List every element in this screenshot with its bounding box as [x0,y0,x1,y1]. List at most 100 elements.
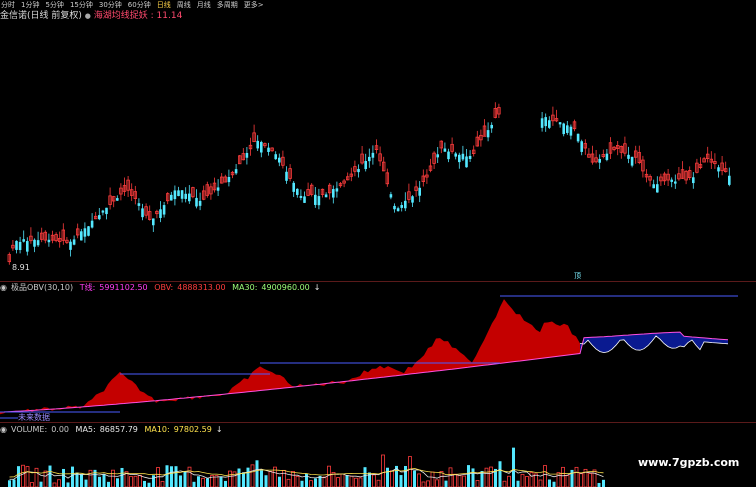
kline-chart-canvas[interactable] [0,0,756,487]
candle-body [267,147,270,152]
candle-body [371,152,375,158]
period-tab-4[interactable]: 30分钟 [98,0,123,10]
volume-bar [57,479,61,487]
volume-bar [574,466,579,487]
volume-bar [52,482,57,487]
volume-bar [404,465,407,487]
obv-bottom-label: 未来数据 [18,413,50,422]
volume-bar [174,466,178,487]
volume-bar [246,467,250,487]
candle-body [152,218,155,226]
candle-body [90,220,94,228]
candle-body [540,118,544,128]
volume-bar [48,465,52,487]
volume-bar [138,474,142,487]
volume-bar [192,481,196,487]
volume-bar [34,467,39,487]
candle-body [184,193,187,199]
volume-bar [467,465,470,487]
period-tab-10[interactable]: 更多> [243,0,265,10]
obv-indicator-name[interactable]: 极品OBV(30,10) [11,283,73,292]
candle-body [605,153,609,160]
settings-dot-icon[interactable]: ◉ [0,425,7,434]
period-tab-3[interactable]: 15分钟 [69,0,94,10]
candle-body [562,123,565,135]
stock-title: 金信诺(日线 前复权) [0,11,82,21]
period-tab-8[interactable]: 月线 [196,0,212,10]
volume-bar [556,472,561,487]
obv-panel-header: ◉ 极品OBV(30,10) T线: 5991102.50 OBV: 4888313.… [0,282,324,293]
volume-bar [534,473,538,487]
volume-bar [219,477,223,487]
chart-stage[interactable]: 分时 1分钟 5分钟 15分钟 30分钟 60分钟 日线 周线 月线 多周期 更多> 金信诺(日线 … [0,0,756,487]
candle-body [656,184,659,193]
obv-area-series [0,299,729,415]
volume-bar [39,481,43,487]
candle-body [490,124,493,129]
period-tab-9[interactable]: 多周期 [216,0,239,10]
volume-bar [561,466,565,487]
candle-body [317,196,321,206]
indicator-name[interactable]: 海湖均线捉妖 [94,11,148,21]
candle-body [234,169,238,174]
period-tab-0[interactable]: 分时 [0,0,16,10]
candle-body [18,241,22,251]
volume-bar [340,473,345,487]
volume-bar [286,478,291,487]
period-tab-2[interactable]: 5分钟 [44,0,64,10]
volume-bar [345,475,349,487]
volume-bar [502,480,507,487]
volume-bar [165,465,169,487]
volume-bar [408,456,412,487]
candle-body [69,241,72,250]
volume-bar [543,465,547,487]
candle-body [36,240,40,246]
volume-panel-header: ◉ VOLUME: 0.00 MA5: 86857.79 MA10: 97802.59 ↓ [0,424,227,435]
volume-bar [291,471,295,487]
candle-body [692,177,695,184]
volume-bar [376,479,381,487]
candle-body [227,176,231,183]
volume-bar [525,476,529,487]
candle-body [486,130,490,138]
volume-bar [381,454,385,487]
ma10-label: MA10: [144,425,170,434]
period-tab-1[interactable]: 1分钟 [20,0,40,10]
volume-bar [260,470,263,487]
ma5-label: MA5: [75,425,96,434]
period-tab-5[interactable]: 60分钟 [127,0,152,10]
volume-bar [588,473,592,487]
volume-bar [133,475,138,487]
volume-bar [475,480,480,487]
volume-bar [349,475,354,487]
site-watermark: www.7gpzb.com [638,456,740,469]
volume-bar [516,480,520,487]
candle-body [314,194,317,205]
volume-bar [498,461,502,487]
volume-bar [354,477,358,487]
volume-value: 0.00 [51,425,69,434]
period-tab-6[interactable]: 日线 [156,0,172,10]
volume-bar [448,467,453,487]
candle-body [728,175,731,185]
volume-bar [453,473,457,487]
volume-bar [489,466,493,487]
candle-body [72,239,76,245]
period-toolbar: 分时 1分钟 5分钟 15分钟 30分钟 60分钟 日线 周线 月线 多周期 更多> [0,0,265,10]
volume-bar [426,480,430,487]
volume-bar [457,475,462,487]
period-tab-7[interactable]: 周线 [176,0,192,10]
candle-body [580,141,583,152]
candle-body [400,205,403,208]
volume-bar [520,473,525,487]
volume-label[interactable]: VOLUME: [11,425,47,434]
candle-body [461,153,465,160]
settings-dot-icon[interactable]: ◉ [0,283,7,292]
volume-bar [336,477,340,487]
candle-body [569,126,573,136]
candle-body [418,187,421,196]
candle-body [364,160,367,170]
candle-body [548,120,551,128]
volume-bar [512,447,515,487]
volume-bar [12,479,16,487]
